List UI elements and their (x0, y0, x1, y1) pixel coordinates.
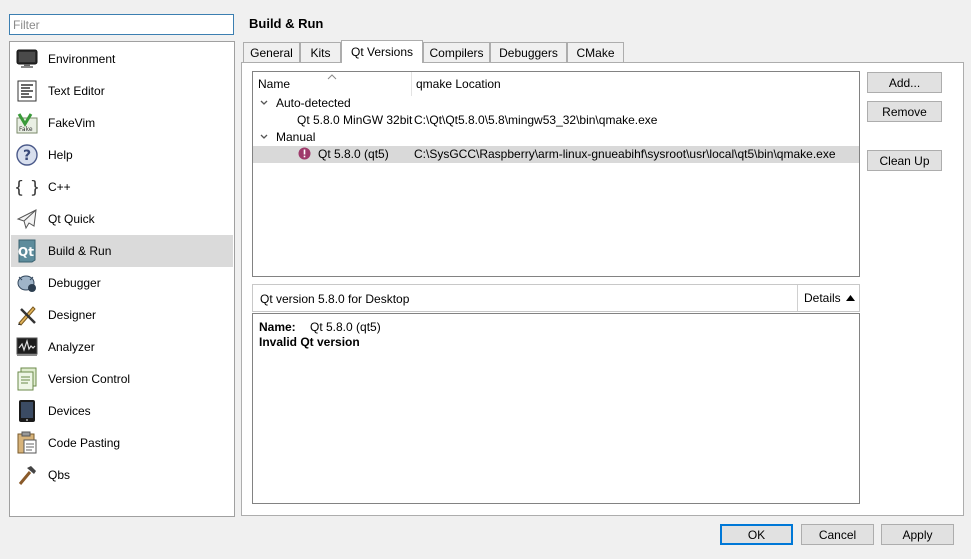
ok-button[interactable]: OK (720, 524, 793, 545)
cancel-button[interactable]: Cancel (801, 524, 874, 545)
pencil-brush-icon (15, 303, 39, 327)
category-fakevim[interactable]: Fake FakeVim (11, 107, 233, 139)
detail-status: Invalid Qt version (259, 335, 360, 349)
qt-versions-tree[interactable]: Name qmake Location Auto-detected Qt 5.8… (252, 71, 860, 277)
clipboard-icon (15, 431, 39, 455)
category-debugger[interactable]: Debugger (11, 267, 233, 299)
qt-version-name: Qt 5.8.0 (qt5) (318, 147, 389, 161)
tablet-icon (15, 399, 39, 423)
qmake-location: C:\SysGCC\Raspberry\arm-linux-gnueabihf\… (414, 147, 836, 161)
category-code-pasting[interactable]: Code Pasting (11, 427, 233, 459)
paper-plane-icon (15, 207, 39, 231)
category-designer[interactable]: Designer (11, 299, 233, 331)
version-control-icon (15, 367, 39, 391)
category-label: Analyzer (48, 340, 95, 354)
triangle-up-icon (845, 295, 855, 301)
category-label: Build & Run (48, 244, 112, 258)
category-text-editor[interactable]: Text Editor (11, 75, 233, 107)
add-button[interactable]: Add... (867, 72, 942, 93)
remove-button[interactable]: Remove (867, 101, 942, 122)
tab-debuggers[interactable]: Debuggers (490, 42, 567, 62)
hammer-icon (15, 463, 39, 487)
qt-build-icon: Qt (15, 239, 39, 263)
category-label: FakeVim (48, 116, 96, 130)
qt-version-name: Qt 5.8.0 MinGW 32bit (297, 113, 413, 127)
tab-label: Qt Versions (350, 45, 414, 59)
details-toggle-label: Details (804, 291, 841, 305)
tab-general[interactable]: General (243, 42, 300, 62)
warning-icon (298, 147, 311, 163)
details-toggle-button[interactable]: Details (798, 285, 859, 311)
chevron-down-icon (259, 131, 269, 145)
detail-name-label: Name: (259, 320, 296, 334)
fakevim-icon: Fake (15, 111, 39, 135)
filter-input[interactable] (9, 14, 234, 35)
tree-group-label: Manual (276, 130, 316, 144)
tree-group-manual[interactable]: Manual (253, 129, 859, 146)
tree-row-qt-qt5[interactable]: Qt 5.8.0 (qt5) C:\SysGCC\Raspberry\arm-l… (253, 146, 859, 163)
details-summary: Qt version 5.8.0 for Desktop (260, 292, 410, 306)
monitor-icon (15, 47, 39, 71)
category-label: C++ (48, 180, 71, 194)
bug-icon (15, 271, 39, 295)
tab-label: CMake (576, 45, 615, 60)
oscilloscope-icon (15, 335, 39, 359)
category-label: Help (48, 148, 73, 162)
help-icon: ? (15, 143, 39, 167)
text-document-icon (15, 79, 39, 103)
category-label: Debugger (48, 276, 101, 290)
details-text-area: Name: Qt 5.8.0 (qt5) Invalid Qt version (252, 313, 860, 504)
tab-kits[interactable]: Kits (300, 42, 341, 62)
tree-row-qt-mingw[interactable]: Qt 5.8.0 MinGW 32bit C:\Qt\Qt5.8.0\5.8\m… (253, 112, 859, 129)
category-analyzer[interactable]: Analyzer (11, 331, 233, 363)
category-label: Qbs (48, 468, 71, 482)
category-devices[interactable]: Devices (11, 395, 233, 427)
column-header-label: qmake Location (416, 77, 501, 91)
category-version-control[interactable]: Version Control (11, 363, 233, 395)
category-label: Text Editor (48, 84, 105, 98)
category-label: Devices (48, 404, 91, 418)
chevron-down-icon (259, 97, 269, 111)
braces-icon: { } (15, 175, 39, 199)
apply-button[interactable]: Apply (881, 524, 954, 545)
category-cpp[interactable]: { } C++ (11, 171, 233, 203)
tab-compilers[interactable]: Compilers (423, 42, 490, 62)
category-help[interactable]: ? Help (11, 139, 233, 171)
svg-text:Qt: Qt (18, 245, 34, 259)
svg-text:?: ? (23, 148, 31, 164)
tab-qt-versions[interactable]: Qt Versions (341, 40, 423, 63)
category-label: Code Pasting (48, 436, 121, 450)
category-environment[interactable]: Environment (11, 43, 233, 75)
page-title: Build & Run (249, 16, 324, 31)
tree-group-label: Auto-detected (276, 96, 351, 110)
category-qt-quick[interactable]: Qt Quick (11, 203, 233, 235)
category-qbs[interactable]: Qbs (11, 459, 233, 491)
sort-indicator-icon (327, 69, 337, 83)
tab-cmake[interactable]: CMake (567, 42, 624, 62)
svg-text:{ }: { } (16, 178, 38, 198)
category-label: Designer (48, 308, 97, 322)
category-label: Qt Quick (48, 212, 95, 226)
clean-up-button[interactable]: Clean Up (867, 150, 942, 171)
category-label: Environment (48, 52, 116, 66)
detail-name-value: Qt 5.8.0 (qt5) (310, 320, 381, 334)
column-header-label: Name (258, 77, 291, 91)
tab-label: Debuggers (499, 45, 558, 60)
tree-group-auto-detected[interactable]: Auto-detected (253, 95, 859, 112)
category-list: Environment Text Editor Fake FakeVim ? H… (9, 41, 235, 517)
qmake-location: C:\Qt\Qt5.8.0\5.8\mingw53_32\bin\qmake.e… (414, 113, 658, 127)
details-summary-bar: Qt version 5.8.0 for Desktop Details (252, 284, 860, 312)
category-build-run[interactable]: Qt Build & Run (11, 235, 233, 267)
tab-label: Kits (310, 45, 331, 60)
tab-label: General (250, 45, 293, 60)
tab-label: Compilers (429, 45, 484, 60)
category-label: Version Control (48, 372, 131, 386)
svg-text:Fake: Fake (19, 126, 33, 133)
column-header-qmake-location[interactable]: qmake Location (411, 72, 859, 96)
